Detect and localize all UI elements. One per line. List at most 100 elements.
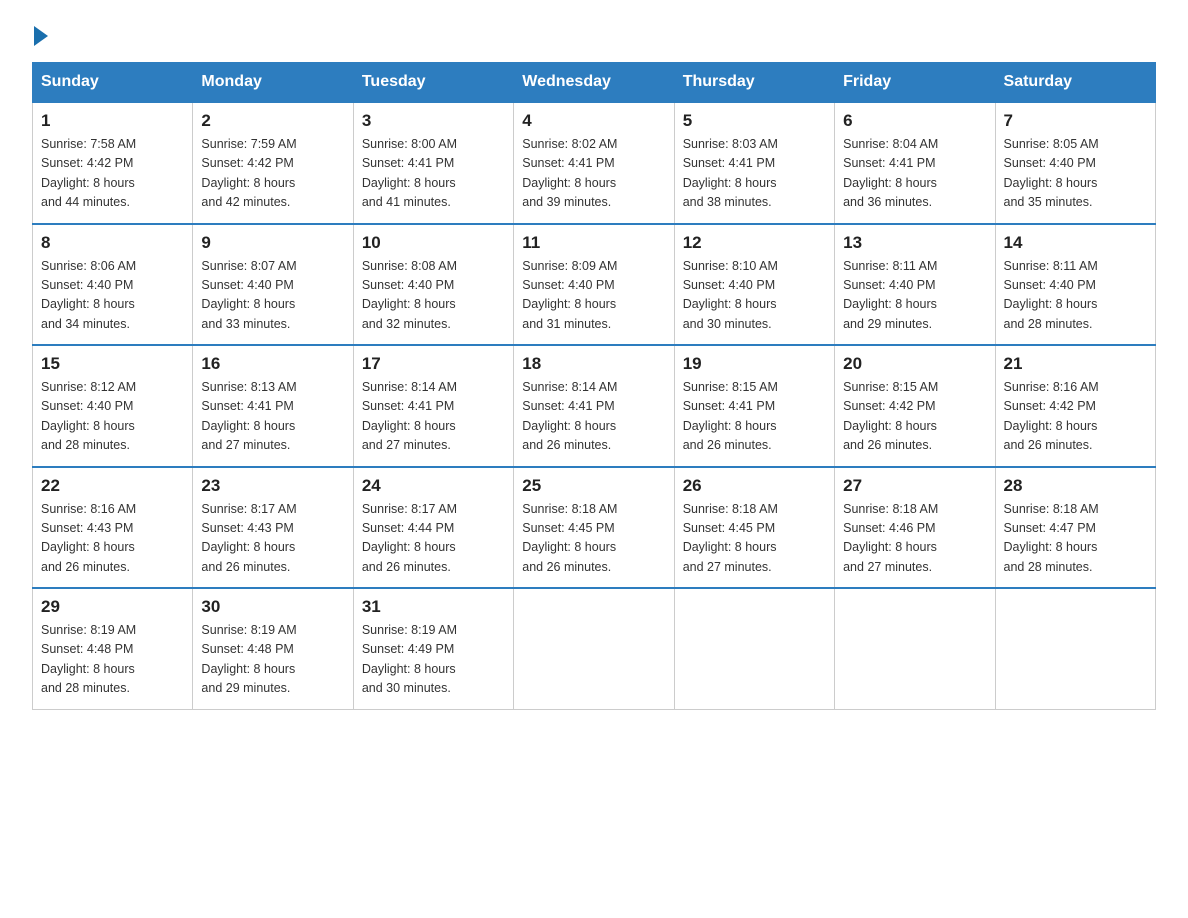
day-number: 6 [843,111,986,131]
calendar-cell: 22 Sunrise: 8:16 AM Sunset: 4:43 PM Dayl… [33,467,193,589]
day-number: 12 [683,233,826,253]
day-number: 20 [843,354,986,374]
day-info: Sunrise: 8:06 AM Sunset: 4:40 PM Dayligh… [41,257,184,335]
calendar-cell: 30 Sunrise: 8:19 AM Sunset: 4:48 PM Dayl… [193,588,353,709]
day-info: Sunrise: 8:03 AM Sunset: 4:41 PM Dayligh… [683,135,826,213]
logo-arrow-icon [34,26,48,46]
header-thursday: Thursday [674,63,834,103]
day-number: 8 [41,233,184,253]
calendar-week-1: 1 Sunrise: 7:58 AM Sunset: 4:42 PM Dayli… [33,102,1156,224]
calendar-cell: 24 Sunrise: 8:17 AM Sunset: 4:44 PM Dayl… [353,467,513,589]
calendar-cell: 2 Sunrise: 7:59 AM Sunset: 4:42 PM Dayli… [193,102,353,224]
calendar-cell: 18 Sunrise: 8:14 AM Sunset: 4:41 PM Dayl… [514,345,674,467]
day-number: 4 [522,111,665,131]
calendar-cell: 8 Sunrise: 8:06 AM Sunset: 4:40 PM Dayli… [33,224,193,346]
day-info: Sunrise: 8:09 AM Sunset: 4:40 PM Dayligh… [522,257,665,335]
day-info: Sunrise: 8:16 AM Sunset: 4:42 PM Dayligh… [1004,378,1147,456]
day-info: Sunrise: 8:14 AM Sunset: 4:41 PM Dayligh… [362,378,505,456]
day-number: 13 [843,233,986,253]
calendar-cell: 31 Sunrise: 8:19 AM Sunset: 4:49 PM Dayl… [353,588,513,709]
day-number: 19 [683,354,826,374]
calendar-cell: 9 Sunrise: 8:07 AM Sunset: 4:40 PM Dayli… [193,224,353,346]
day-info: Sunrise: 8:18 AM Sunset: 4:46 PM Dayligh… [843,500,986,578]
calendar-cell: 11 Sunrise: 8:09 AM Sunset: 4:40 PM Dayl… [514,224,674,346]
day-number: 5 [683,111,826,131]
day-number: 10 [362,233,505,253]
day-number: 31 [362,597,505,617]
calendar-cell [835,588,995,709]
day-info: Sunrise: 8:14 AM Sunset: 4:41 PM Dayligh… [522,378,665,456]
day-number: 21 [1004,354,1147,374]
day-number: 24 [362,476,505,496]
calendar-week-3: 15 Sunrise: 8:12 AM Sunset: 4:40 PM Dayl… [33,345,1156,467]
day-number: 17 [362,354,505,374]
day-info: Sunrise: 8:15 AM Sunset: 4:42 PM Dayligh… [843,378,986,456]
day-info: Sunrise: 8:10 AM Sunset: 4:40 PM Dayligh… [683,257,826,335]
calendar-cell: 28 Sunrise: 8:18 AM Sunset: 4:47 PM Dayl… [995,467,1155,589]
day-number: 29 [41,597,184,617]
day-info: Sunrise: 8:00 AM Sunset: 4:41 PM Dayligh… [362,135,505,213]
day-info: Sunrise: 8:11 AM Sunset: 4:40 PM Dayligh… [1004,257,1147,335]
day-info: Sunrise: 7:58 AM Sunset: 4:42 PM Dayligh… [41,135,184,213]
day-number: 30 [201,597,344,617]
day-number: 18 [522,354,665,374]
calendar-cell: 14 Sunrise: 8:11 AM Sunset: 4:40 PM Dayl… [995,224,1155,346]
day-info: Sunrise: 8:13 AM Sunset: 4:41 PM Dayligh… [201,378,344,456]
day-number: 11 [522,233,665,253]
logo [32,24,48,46]
calendar-cell: 29 Sunrise: 8:19 AM Sunset: 4:48 PM Dayl… [33,588,193,709]
calendar-cell: 5 Sunrise: 8:03 AM Sunset: 4:41 PM Dayli… [674,102,834,224]
header-wednesday: Wednesday [514,63,674,103]
day-number: 1 [41,111,184,131]
page-header [32,24,1156,46]
calendar-cell: 4 Sunrise: 8:02 AM Sunset: 4:41 PM Dayli… [514,102,674,224]
calendar-cell: 10 Sunrise: 8:08 AM Sunset: 4:40 PM Dayl… [353,224,513,346]
day-number: 7 [1004,111,1147,131]
calendar-cell: 26 Sunrise: 8:18 AM Sunset: 4:45 PM Dayl… [674,467,834,589]
day-info: Sunrise: 8:07 AM Sunset: 4:40 PM Dayligh… [201,257,344,335]
header-friday: Friday [835,63,995,103]
calendar-week-5: 29 Sunrise: 8:19 AM Sunset: 4:48 PM Dayl… [33,588,1156,709]
calendar-cell [674,588,834,709]
calendar-cell: 13 Sunrise: 8:11 AM Sunset: 4:40 PM Dayl… [835,224,995,346]
calendar-cell [995,588,1155,709]
day-info: Sunrise: 8:12 AM Sunset: 4:40 PM Dayligh… [41,378,184,456]
day-info: Sunrise: 8:08 AM Sunset: 4:40 PM Dayligh… [362,257,505,335]
day-number: 14 [1004,233,1147,253]
day-info: Sunrise: 8:18 AM Sunset: 4:47 PM Dayligh… [1004,500,1147,578]
day-info: Sunrise: 8:16 AM Sunset: 4:43 PM Dayligh… [41,500,184,578]
day-number: 26 [683,476,826,496]
day-info: Sunrise: 8:02 AM Sunset: 4:41 PM Dayligh… [522,135,665,213]
day-info: Sunrise: 8:11 AM Sunset: 4:40 PM Dayligh… [843,257,986,335]
calendar-cell: 1 Sunrise: 7:58 AM Sunset: 4:42 PM Dayli… [33,102,193,224]
calendar-header-row: SundayMondayTuesdayWednesdayThursdayFrid… [33,63,1156,103]
calendar-cell: 17 Sunrise: 8:14 AM Sunset: 4:41 PM Dayl… [353,345,513,467]
day-info: Sunrise: 8:19 AM Sunset: 4:48 PM Dayligh… [41,621,184,699]
calendar-cell: 25 Sunrise: 8:18 AM Sunset: 4:45 PM Dayl… [514,467,674,589]
calendar-cell: 12 Sunrise: 8:10 AM Sunset: 4:40 PM Dayl… [674,224,834,346]
calendar-cell: 20 Sunrise: 8:15 AM Sunset: 4:42 PM Dayl… [835,345,995,467]
day-number: 16 [201,354,344,374]
calendar-cell: 15 Sunrise: 8:12 AM Sunset: 4:40 PM Dayl… [33,345,193,467]
day-info: Sunrise: 8:19 AM Sunset: 4:49 PM Dayligh… [362,621,505,699]
header-tuesday: Tuesday [353,63,513,103]
calendar-cell: 7 Sunrise: 8:05 AM Sunset: 4:40 PM Dayli… [995,102,1155,224]
day-info: Sunrise: 8:04 AM Sunset: 4:41 PM Dayligh… [843,135,986,213]
calendar-cell: 3 Sunrise: 8:00 AM Sunset: 4:41 PM Dayli… [353,102,513,224]
day-number: 22 [41,476,184,496]
day-number: 3 [362,111,505,131]
calendar-week-2: 8 Sunrise: 8:06 AM Sunset: 4:40 PM Dayli… [33,224,1156,346]
day-number: 23 [201,476,344,496]
day-number: 2 [201,111,344,131]
day-info: Sunrise: 8:19 AM Sunset: 4:48 PM Dayligh… [201,621,344,699]
calendar-table: SundayMondayTuesdayWednesdayThursdayFrid… [32,62,1156,710]
calendar-cell: 27 Sunrise: 8:18 AM Sunset: 4:46 PM Dayl… [835,467,995,589]
day-info: Sunrise: 7:59 AM Sunset: 4:42 PM Dayligh… [201,135,344,213]
header-saturday: Saturday [995,63,1155,103]
day-info: Sunrise: 8:18 AM Sunset: 4:45 PM Dayligh… [683,500,826,578]
calendar-cell: 6 Sunrise: 8:04 AM Sunset: 4:41 PM Dayli… [835,102,995,224]
day-number: 28 [1004,476,1147,496]
day-info: Sunrise: 8:15 AM Sunset: 4:41 PM Dayligh… [683,378,826,456]
calendar-cell: 21 Sunrise: 8:16 AM Sunset: 4:42 PM Dayl… [995,345,1155,467]
day-info: Sunrise: 8:17 AM Sunset: 4:44 PM Dayligh… [362,500,505,578]
